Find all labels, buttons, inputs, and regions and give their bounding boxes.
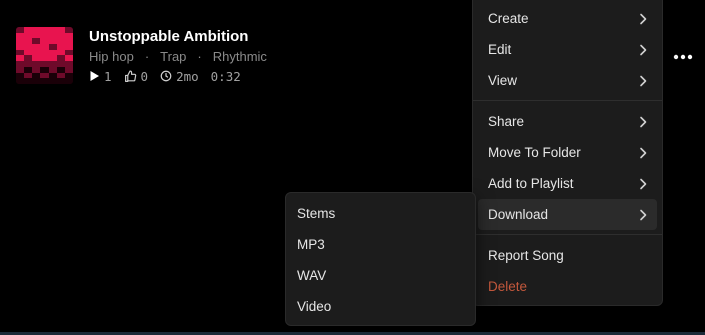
cover-pixel [48, 78, 57, 84]
more-horizontal-icon [673, 54, 693, 60]
menu-divider [473, 100, 662, 101]
cover-pixel [24, 78, 33, 84]
song-context-menu: Create Edit View Share Move To Folder Ad… [472, 0, 663, 306]
menu-divider [473, 234, 662, 235]
chevron-right-icon [639, 75, 647, 87]
menu-item-move-to-folder[interactable]: Move To Folder [478, 137, 657, 168]
menu-item-label: Download [488, 207, 549, 222]
chevron-right-icon [639, 147, 647, 159]
menu-item-label: Add to Playlist [488, 176, 574, 191]
clock-icon [160, 70, 172, 82]
menu-item-share[interactable]: Share [478, 106, 657, 137]
menu-item-label: Share [488, 114, 525, 129]
chevron-right-icon [639, 209, 647, 221]
song-title[interactable]: Unstoppable Ambition [89, 28, 248, 45]
download-wav[interactable]: WAV [286, 260, 475, 291]
song-duration-value: 0:32 [210, 68, 241, 84]
song-tags: Hip hop · Trap · Rhythmic [89, 49, 267, 64]
play-count-value: 1 [104, 68, 112, 84]
song-cover-art[interactable] [16, 27, 73, 84]
song-stats: 1 0 2mo 0:32 [89, 68, 253, 84]
more-options-button[interactable] [670, 46, 696, 68]
tag-separator: · [197, 49, 202, 64]
menu-item-label: Delete [488, 279, 528, 294]
cover-pixel [32, 78, 41, 84]
tag-rhythmic[interactable]: Rhythmic [213, 49, 267, 64]
song-age-value: 2mo [176, 68, 199, 84]
menu-item-report-song[interactable]: Report Song [478, 240, 657, 271]
chevron-right-icon [639, 116, 647, 128]
tag-trap[interactable]: Trap [160, 49, 186, 64]
play-count: 1 [89, 69, 112, 84]
chevron-right-icon [639, 178, 647, 190]
menu-item-edit[interactable]: Edit [478, 34, 657, 65]
download-stems[interactable]: Stems [286, 198, 475, 229]
download-mp3[interactable]: MP3 [286, 229, 475, 260]
menu-item-download[interactable]: Download [478, 199, 657, 230]
menu-item-label: Report Song [488, 248, 564, 263]
menu-item-view[interactable]: View [478, 65, 657, 96]
cover-pixel [16, 78, 25, 84]
menu-item-label: Move To Folder [488, 145, 581, 160]
chevron-right-icon [639, 13, 647, 25]
play-icon [90, 71, 99, 81]
song-age: 2mo [160, 69, 199, 84]
download-video[interactable]: Video [286, 291, 475, 322]
like-count[interactable]: 0 [124, 68, 149, 84]
menu-item-add-to-playlist[interactable]: Add to Playlist [478, 168, 657, 199]
like-count-value: 0 [140, 68, 149, 84]
thumbs-up-icon [124, 69, 136, 82]
menu-item-label: Create [488, 11, 529, 26]
menu-item-label: Edit [488, 42, 512, 57]
menu-item-create[interactable]: Create [478, 3, 657, 34]
tag-separator: · [144, 49, 150, 64]
cover-pixel [56, 78, 65, 84]
song-duration: 0:32 [211, 69, 241, 84]
cover-pixel [64, 78, 73, 84]
download-submenu: Stems MP3 WAV Video [285, 192, 476, 326]
chevron-right-icon [639, 44, 647, 56]
page: Unstoppable Ambition Hip hop · Trap · Rh… [0, 0, 705, 335]
cover-pixel [40, 78, 49, 84]
menu-item-label: View [488, 73, 518, 88]
tag-hip-hop[interactable]: Hip hop [89, 49, 134, 64]
menu-item-delete[interactable]: Delete [478, 271, 657, 302]
